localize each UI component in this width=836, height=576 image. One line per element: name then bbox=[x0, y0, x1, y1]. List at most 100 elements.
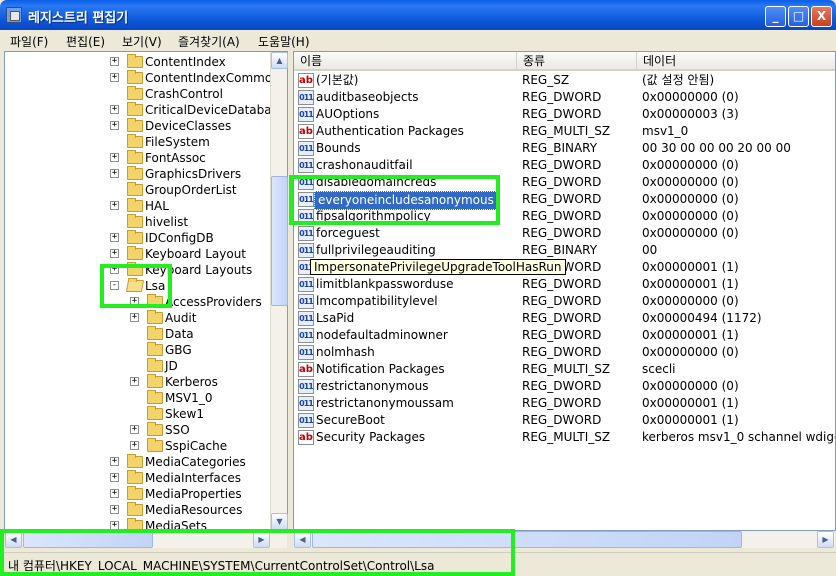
expand-icon[interactable]: + bbox=[130, 297, 139, 306]
value-row[interactable]: ab Authentication Packages REG_MULTI_SZ msv… bbox=[294, 123, 834, 140]
expand-icon[interactable]: + bbox=[110, 521, 119, 530]
value-row[interactable]: 011 auditbaseobjects REG_DWORD 0x00000000 (… bbox=[294, 89, 834, 106]
tree-item[interactable]: hivelist bbox=[5, 214, 270, 230]
menu-file[interactable]: 파일(F) bbox=[10, 33, 48, 50]
expand-icon[interactable]: + bbox=[130, 441, 139, 450]
tree-item[interactable]: + DeviceClasses bbox=[5, 118, 270, 134]
tree-item[interactable]: + AccessProviders bbox=[5, 294, 270, 310]
tree-item[interactable]: Data bbox=[5, 326, 270, 342]
value-row[interactable]: 011 fipsalgorithmpolicy REG_DWORD 0x0000000… bbox=[294, 208, 834, 225]
scroll-down-icon[interactable]: ▼ bbox=[271, 513, 288, 530]
tree-vertical-scrollbar[interactable]: ▲ ▼ bbox=[270, 52, 288, 530]
value-row[interactable]: ab Notification Packages REG_MULTI_SZ scecl… bbox=[294, 361, 834, 378]
value-row[interactable]: 011 Bounds REG_BINARY 00 30 00 00 00 20 00 … bbox=[294, 140, 834, 157]
expand-icon[interactable]: + bbox=[110, 73, 119, 82]
tree-item[interactable]: GroupOrderList bbox=[5, 182, 270, 198]
tree-item[interactable]: + Keyboard Layouts bbox=[5, 262, 270, 278]
tree-item[interactable]: + MediaSets bbox=[5, 518, 270, 530]
expand-icon[interactable]: + bbox=[110, 201, 119, 210]
value-row[interactable]: 011 restrictanonymoussam REG_DWORD 0x000000… bbox=[294, 395, 834, 412]
tree-horizontal-scrollbar[interactable]: ◀ ▶ bbox=[5, 531, 287, 548]
scroll-thumb[interactable] bbox=[312, 531, 742, 548]
value-row[interactable]: 011 restrictanonymous REG_DWORD 0x00000000 … bbox=[294, 378, 834, 395]
tree-item[interactable]: + SSO bbox=[5, 422, 270, 438]
values-horizontal-scrollbar[interactable]: ◀ ▶ bbox=[294, 531, 835, 548]
tree-item[interactable]: + Kerberos bbox=[5, 374, 270, 390]
folder-icon bbox=[147, 326, 163, 340]
tree-item[interactable]: + CriticalDeviceDatabas bbox=[5, 102, 278, 118]
scroll-left-icon[interactable]: ◀ bbox=[5, 531, 22, 548]
scroll-thumb[interactable] bbox=[271, 176, 288, 306]
tree-item[interactable]: + Audit bbox=[5, 310, 270, 326]
expand-icon[interactable]: + bbox=[110, 121, 119, 130]
value-row[interactable]: 011 crashonauditfail REG_DWORD 0x00000000 (… bbox=[294, 157, 834, 174]
expand-icon[interactable]: + bbox=[130, 377, 139, 386]
menu-favorites[interactable]: 즐겨찾기(A) bbox=[178, 33, 240, 50]
folder-icon bbox=[127, 262, 143, 276]
tree-item[interactable]: + MediaProperties bbox=[5, 486, 270, 502]
tree-item[interactable]: CrashControl bbox=[5, 86, 270, 102]
scroll-right-icon[interactable]: ▶ bbox=[817, 531, 834, 548]
value-row[interactable]: ab Security Packages REG_MULTI_SZ kerberos … bbox=[294, 429, 835, 446]
expand-icon[interactable]: + bbox=[110, 249, 119, 258]
expand-icon[interactable]: + bbox=[110, 169, 119, 178]
value-row[interactable]: ab (기본값) REG_SZ (값 설정 안됨) bbox=[294, 72, 834, 89]
column-header-name[interactable]: 이름 bbox=[294, 52, 517, 71]
menu-edit[interactable]: 편집(E) bbox=[66, 33, 105, 50]
column-header-type[interactable]: 종류 bbox=[517, 52, 637, 71]
menu-help[interactable]: 도움말(H) bbox=[258, 33, 310, 50]
tree-item[interactable]: GBG bbox=[5, 342, 270, 358]
value-row[interactable]: 011 everyoneincludesanonymous REG_DWORD 0x0… bbox=[294, 191, 834, 210]
expand-icon[interactable]: + bbox=[130, 425, 139, 434]
value-row[interactable]: 011 fullprivilegeauditing REG_BINARY 00 bbox=[294, 242, 834, 259]
expand-icon[interactable]: + bbox=[110, 457, 119, 466]
value-row[interactable]: 011 nodefaultadminowner REG_DWORD 0x0000000… bbox=[294, 327, 834, 344]
value-row[interactable]: 011 lmcompatibilitylevel REG_DWORD 0x000000… bbox=[294, 293, 834, 310]
value-row[interactable]: 011 nolmhash REG_DWORD 0x00000000 (0) bbox=[294, 344, 834, 361]
expand-icon[interactable]: + bbox=[110, 473, 119, 482]
value-row[interactable]: 011 AUOptions REG_DWORD 0x00000003 (3) bbox=[294, 106, 834, 123]
tree-item[interactable]: + ContentIndex bbox=[5, 54, 270, 70]
tree-item[interactable]: + FontAssoc bbox=[5, 150, 270, 166]
collapse-icon[interactable]: - bbox=[110, 281, 119, 290]
tree-item[interactable]: + SspiCache bbox=[5, 438, 270, 454]
tree-item[interactable]: + MediaInterfaces bbox=[5, 470, 270, 486]
value-row[interactable]: 011 SecureBoot REG_DWORD 0x00000001 (1) bbox=[294, 412, 834, 429]
tree-item[interactable]: + Keyboard Layout bbox=[5, 246, 270, 262]
tree-item[interactable]: JD bbox=[5, 358, 270, 374]
value-row[interactable]: 011 limitblankpassworduse REG_DWORD 0x00000… bbox=[294, 276, 834, 293]
minimize-button[interactable]: _ bbox=[765, 6, 786, 27]
maximize-button[interactable]: □ bbox=[788, 6, 809, 27]
column-header-data[interactable]: 데이터 bbox=[637, 52, 835, 71]
values-list-pane[interactable]: 이름 종류 데이터 ab (기본값) REG_SZ (값 설정 안됨) 011 audit… bbox=[293, 51, 836, 531]
expand-icon[interactable]: + bbox=[110, 233, 119, 242]
expand-icon[interactable]: + bbox=[130, 313, 139, 322]
value-row[interactable]: 011 LsaPid REG_DWORD 0x00000494 (1172) bbox=[294, 310, 834, 327]
tree-item[interactable]: + HAL bbox=[5, 198, 270, 214]
expand-icon[interactable]: + bbox=[110, 105, 119, 114]
tree-item[interactable]: + MediaCategories bbox=[5, 454, 270, 470]
expand-icon[interactable]: + bbox=[110, 153, 119, 162]
tree-item[interactable]: + IDConfigDB bbox=[5, 230, 270, 246]
tree-item[interactable]: - Lsa bbox=[5, 278, 270, 294]
value-row[interactable]: 011 disabledomaincreds REG_DWORD 0x00000000… bbox=[294, 174, 834, 191]
scroll-thumb[interactable] bbox=[23, 531, 153, 548]
scroll-right-icon[interactable]: ▶ bbox=[253, 531, 270, 548]
expand-icon[interactable]: + bbox=[110, 265, 119, 274]
close-button[interactable]: X bbox=[811, 6, 832, 27]
expand-icon[interactable]: + bbox=[110, 57, 119, 66]
tree-item[interactable]: Skew1 bbox=[5, 406, 270, 422]
scroll-left-icon[interactable]: ◀ bbox=[294, 531, 311, 548]
tree-item[interactable]: MSV1_0 bbox=[5, 390, 270, 406]
scroll-up-icon[interactable]: ▲ bbox=[271, 52, 288, 69]
menu-view[interactable]: 보기(V) bbox=[122, 33, 162, 50]
tree-item[interactable]: + GraphicsDrivers bbox=[5, 166, 270, 182]
expand-icon[interactable]: + bbox=[110, 505, 119, 514]
value-row[interactable]: 011 forceguest REG_DWORD 0x00000000 (0) bbox=[294, 225, 834, 242]
tree-item[interactable]: + ContentIndexCommon bbox=[5, 70, 280, 86]
tree-item[interactable]: FileSystem bbox=[5, 134, 270, 150]
expand-icon[interactable]: + bbox=[110, 489, 119, 498]
title-bar[interactable]: 레지스트리 편집기 _ □ X bbox=[0, 0, 836, 30]
tree-item[interactable]: + MediaResources bbox=[5, 502, 270, 518]
key-tree-pane[interactable]: + ContentIndex + ContentIndexCommon CrashCon… bbox=[4, 51, 288, 531]
